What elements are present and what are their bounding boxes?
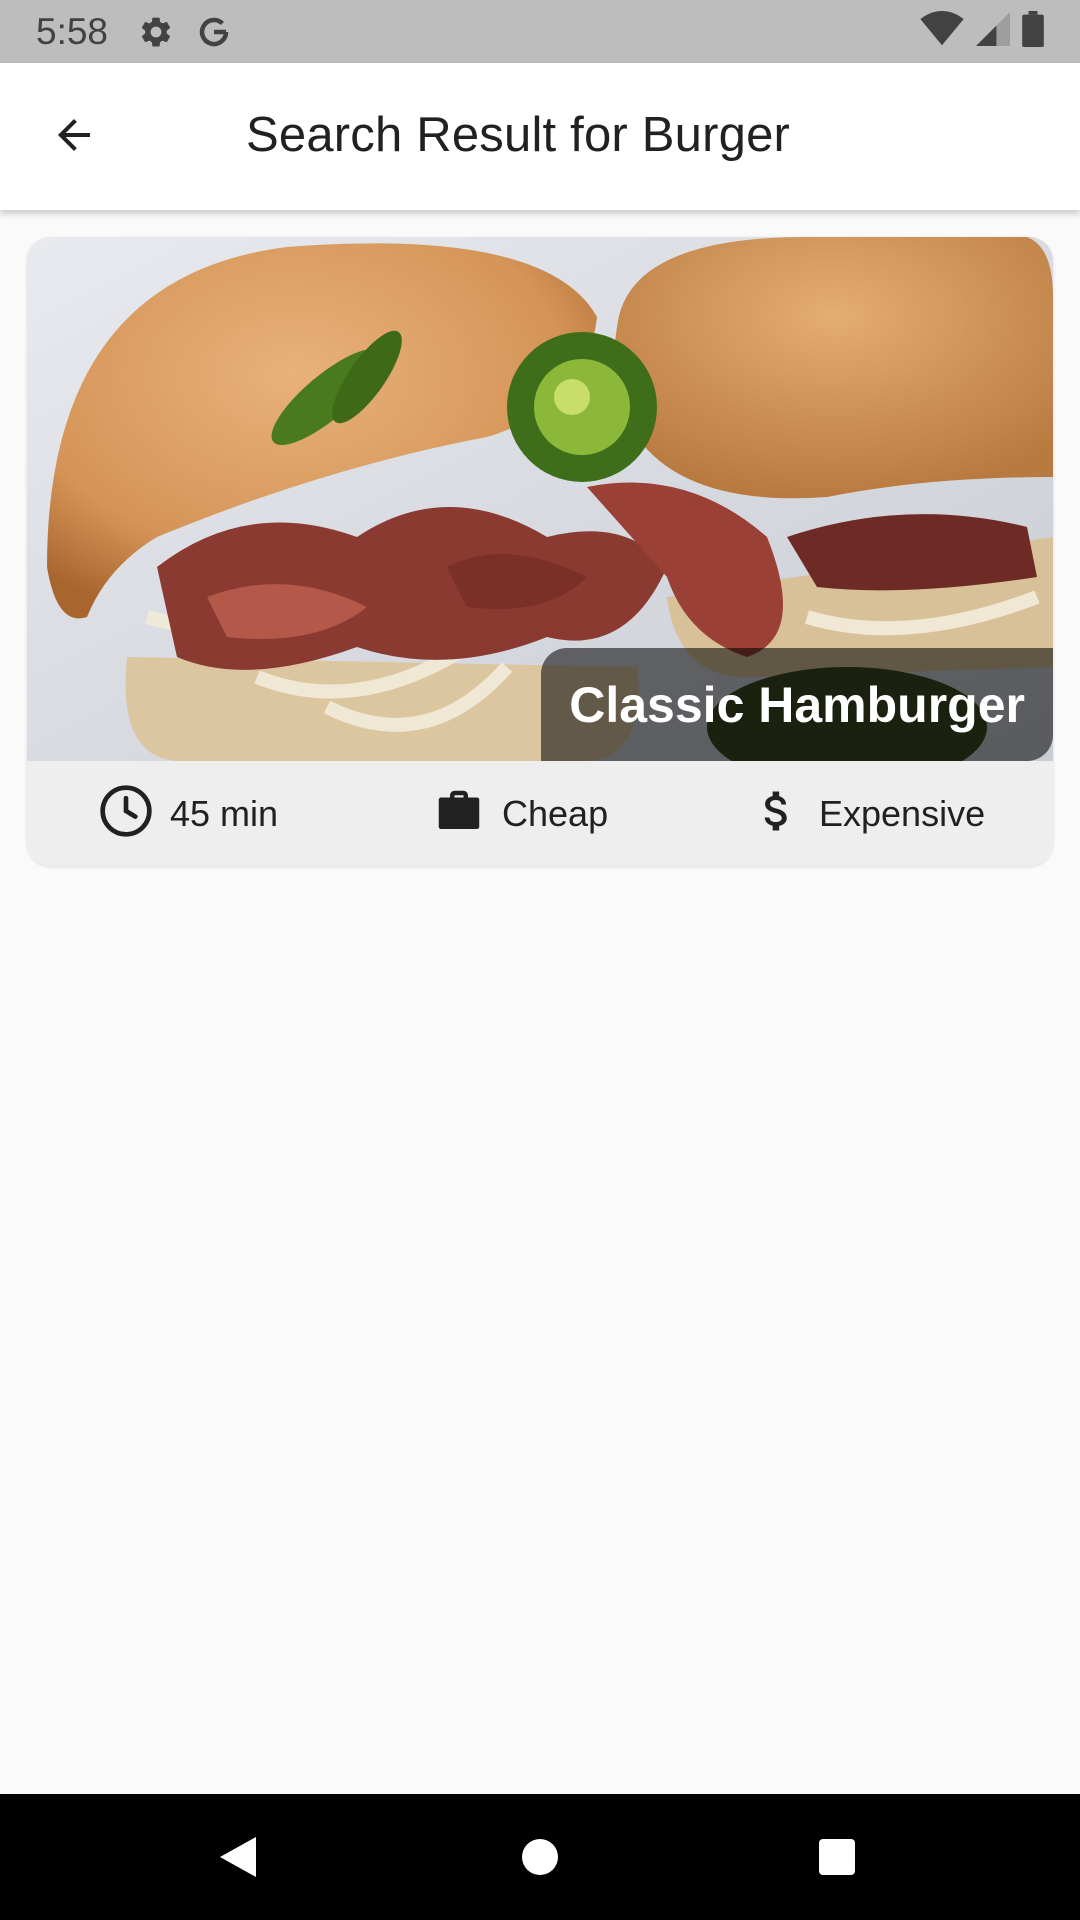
app-bar: Search Result for Burger (0, 63, 1080, 210)
recipe-card[interactable]: Classic Hamburger 45 min Cheap Expensive (27, 237, 1053, 866)
duration-label: 45 min (170, 792, 279, 834)
status-bar: 5:58 (0, 0, 1080, 63)
complexity-label: Expensive (819, 792, 986, 834)
status-time: 5:58 (36, 10, 109, 52)
wifi-icon (920, 11, 964, 52)
google-g-icon (196, 14, 232, 50)
recipe-title-overlay: Classic Hamburger (541, 648, 1053, 761)
nav-back-icon (216, 1833, 260, 1886)
nav-recents-icon (817, 1837, 857, 1882)
back-button[interactable] (30, 103, 118, 171)
nav-recents-button[interactable] (797, 1819, 877, 1899)
signal-icon (976, 12, 1010, 51)
briefcase-icon (432, 784, 486, 843)
recipe-meta-row: 45 min Cheap Expensive (27, 761, 1053, 866)
recipe-title: Classic Hamburger (569, 676, 1025, 733)
affordability-info: Cheap (432, 761, 608, 866)
clock-icon (98, 783, 154, 844)
complexity-info: Expensive (751, 761, 985, 866)
arrow-back-icon (50, 111, 98, 164)
nav-home-button[interactable] (500, 1819, 580, 1899)
duration-info: 45 min (98, 761, 278, 866)
gear-icon (138, 14, 174, 50)
dollar-icon (751, 783, 803, 844)
nav-back-button[interactable] (198, 1819, 278, 1899)
affordability-label: Cheap (502, 792, 609, 834)
battery-icon (1022, 11, 1044, 52)
nav-home-icon (520, 1837, 560, 1882)
system-nav-bar (0, 1794, 1080, 1920)
page-title: Search Result for Burger (246, 108, 791, 162)
